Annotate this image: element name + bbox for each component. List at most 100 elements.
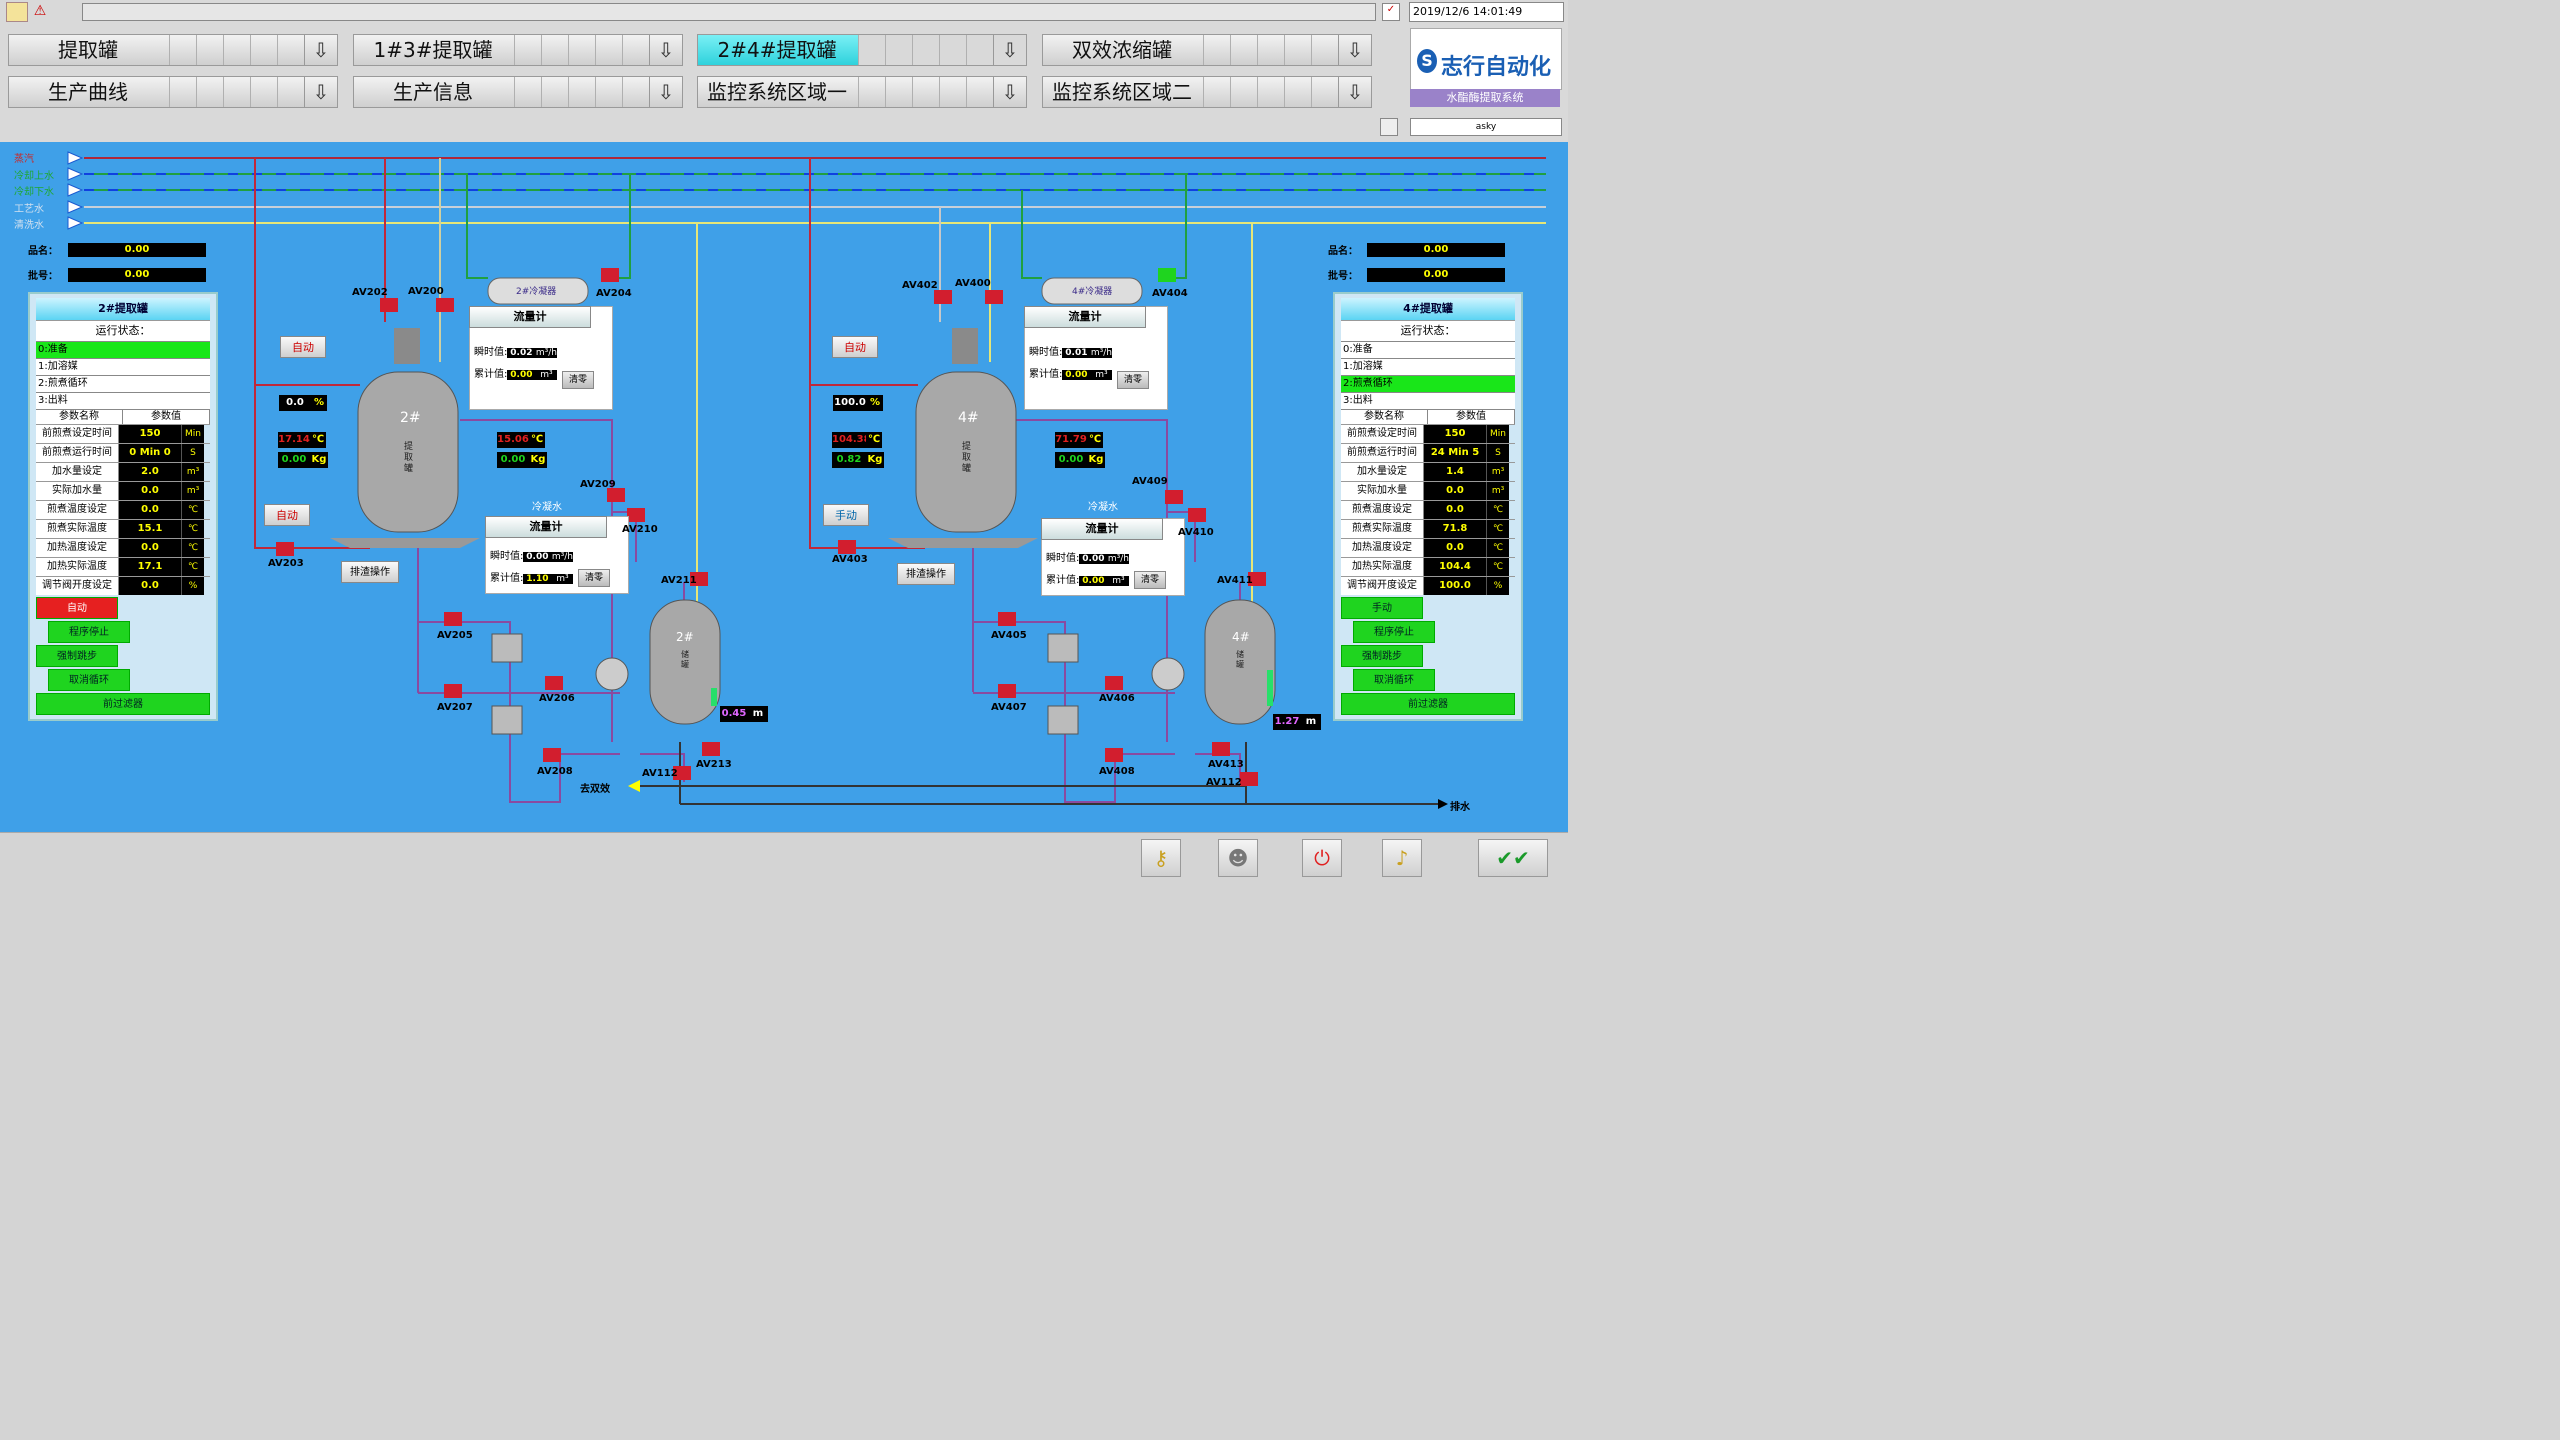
param-value[interactable]: 0.0 bbox=[119, 539, 181, 557]
param-value[interactable]: 2.0 bbox=[119, 463, 181, 481]
down-arrow-icon[interactable]: ⇩ bbox=[1338, 35, 1371, 65]
nav-label: 监控系统区域二 bbox=[1052, 80, 1192, 104]
drain-button[interactable]: 排渣操作 bbox=[341, 561, 399, 583]
nav-monitor-area-2[interactable]: 监控系统区域二 ⇩ bbox=[1042, 76, 1372, 108]
manual-button-bottom[interactable]: 手动 bbox=[823, 504, 869, 526]
power-icon[interactable]: ⏻ bbox=[1302, 839, 1342, 877]
program-stop-button[interactable]: 程序停止 bbox=[1353, 621, 1435, 643]
valve-tag[interactable]: AV206 bbox=[539, 693, 575, 704]
valve-tag[interactable]: AV411 bbox=[1217, 575, 1253, 586]
down-arrow-icon[interactable]: ⇩ bbox=[304, 35, 337, 65]
valve-tag[interactable]: AV209 bbox=[580, 479, 616, 490]
down-arrow-icon[interactable]: ⇩ bbox=[649, 35, 682, 65]
user-icon[interactable] bbox=[1380, 118, 1398, 136]
param-value[interactable]: 100.0 bbox=[1424, 577, 1486, 595]
valve-tag[interactable]: AV404 bbox=[1152, 288, 1188, 299]
valve-tag[interactable]: AV208 bbox=[537, 766, 573, 777]
valve-tag[interactable]: AV403 bbox=[832, 554, 868, 565]
valve-tag[interactable]: AV407 bbox=[991, 702, 1027, 713]
cancel-cycle-button[interactable]: 取消循环 bbox=[48, 669, 130, 691]
valve-tag[interactable]: AV402 bbox=[902, 280, 938, 291]
kg-left: 0.82 bbox=[832, 452, 866, 468]
param-name: 实际加水量 bbox=[36, 482, 119, 500]
param-name: 加热实际温度 bbox=[1341, 558, 1424, 576]
auto-button-bottom[interactable]: 自动 bbox=[264, 504, 310, 526]
clear-button[interactable]: 清零 bbox=[1117, 371, 1149, 389]
user-switch-icon[interactable]: ☻ bbox=[1218, 839, 1258, 877]
down-arrow-icon[interactable]: ⇩ bbox=[304, 77, 337, 107]
nav-extraction-tank[interactable]: 提取罐 ⇩ bbox=[8, 34, 338, 66]
valve-tag[interactable]: AV202 bbox=[352, 287, 388, 298]
calendar-icon[interactable]: ✓ bbox=[1382, 3, 1400, 21]
param-value[interactable]: 0.0 bbox=[119, 482, 181, 500]
valve-tag[interactable]: AV408 bbox=[1099, 766, 1135, 777]
valve-tag[interactable]: AV413 bbox=[1208, 759, 1244, 770]
alarm-icon[interactable]: ⚠ bbox=[30, 2, 50, 20]
param-value[interactable]: 0.0 bbox=[1424, 501, 1486, 519]
mode-button[interactable]: 自动 bbox=[36, 597, 118, 619]
pre-filter-button[interactable]: 前过滤器 bbox=[1341, 693, 1515, 715]
param-value[interactable]: 0.0 bbox=[119, 501, 181, 519]
valve-tag[interactable]: AV406 bbox=[1099, 693, 1135, 704]
auto-button-top[interactable]: 自动 bbox=[832, 336, 878, 358]
valve-tag[interactable]: AV405 bbox=[991, 630, 1027, 641]
param-value[interactable]: 17.1 bbox=[119, 558, 181, 576]
valve-tag[interactable]: AV213 bbox=[696, 759, 732, 770]
param-value[interactable]: 0.0 bbox=[1424, 539, 1486, 557]
param-value[interactable]: 150 bbox=[1424, 425, 1486, 443]
valve-tag[interactable]: AV112 bbox=[1206, 777, 1242, 788]
inst-unit: m³/h bbox=[535, 348, 558, 358]
valve-tag[interactable]: AV400 bbox=[955, 278, 991, 289]
valve-tag[interactable]: AV210 bbox=[622, 524, 658, 535]
app-icon[interactable] bbox=[6, 2, 28, 22]
key-icon[interactable]: ⚷ bbox=[1141, 839, 1181, 877]
param-value[interactable]: 0.0 bbox=[119, 577, 181, 595]
param-row: 调节阀开度设定 100.0% bbox=[1341, 576, 1515, 595]
valve-tag[interactable]: AV200 bbox=[408, 286, 444, 297]
nav-tank-2-4[interactable]: 2#4#提取罐 ⇩ bbox=[697, 34, 1027, 66]
level-value: 0.45 bbox=[720, 706, 748, 722]
clear-button[interactable]: 清零 bbox=[578, 569, 610, 587]
valve-tag[interactable]: AV112 bbox=[642, 768, 678, 779]
param-value[interactable]: 24 Min 5 bbox=[1424, 444, 1486, 462]
nav-monitor-area-1[interactable]: 监控系统区域一 ⇩ bbox=[697, 76, 1027, 108]
pre-filter-button[interactable]: 前过滤器 bbox=[36, 693, 210, 715]
param-value[interactable]: 150 bbox=[119, 425, 181, 443]
product-label: 品名： bbox=[1328, 246, 1358, 257]
clear-button[interactable]: 清零 bbox=[1134, 571, 1166, 589]
kg-right-unit: Kg bbox=[529, 452, 547, 468]
param-value[interactable]: 15.1 bbox=[119, 520, 181, 538]
nav-double-effect[interactable]: 双效浓缩罐 ⇩ bbox=[1042, 34, 1372, 66]
param-value[interactable]: 104.4 bbox=[1424, 558, 1486, 576]
program-stop-button[interactable]: 程序停止 bbox=[48, 621, 130, 643]
clear-button[interactable]: 清零 bbox=[562, 371, 594, 389]
valve-tag[interactable]: AV211 bbox=[661, 575, 697, 586]
param-value[interactable]: 71.8 bbox=[1424, 520, 1486, 538]
down-arrow-icon[interactable]: ⇩ bbox=[993, 35, 1026, 65]
valve-tag[interactable]: AV207 bbox=[437, 702, 473, 713]
valve-tag[interactable]: AV204 bbox=[596, 288, 632, 299]
param-value[interactable]: 1.4 bbox=[1424, 463, 1486, 481]
cancel-cycle-button[interactable]: 取消循环 bbox=[1353, 669, 1435, 691]
condenser-2-label: 2#冷凝器 bbox=[516, 287, 557, 297]
confirm-icon[interactable]: ✔✔ bbox=[1478, 839, 1548, 877]
force-skip-button[interactable]: 强制跳步 bbox=[36, 645, 118, 667]
down-arrow-icon[interactable]: ⇩ bbox=[1338, 77, 1371, 107]
nav-tank-1-3[interactable]: 1#3#提取罐 ⇩ bbox=[353, 34, 683, 66]
drain-button[interactable]: 排渣操作 bbox=[897, 563, 955, 585]
auto-button-top[interactable]: 自动 bbox=[280, 336, 326, 358]
param-value[interactable]: 0 Min 0 bbox=[119, 444, 181, 462]
down-arrow-icon[interactable]: ⇩ bbox=[993, 77, 1026, 107]
force-skip-button[interactable]: 强制跳步 bbox=[1341, 645, 1423, 667]
valve-tag[interactable]: AV410 bbox=[1178, 527, 1214, 538]
inst-label: 瞬时值: bbox=[1046, 553, 1080, 564]
valve-tag[interactable]: AV205 bbox=[437, 630, 473, 641]
nav-production-curve[interactable]: 生产曲线 ⇩ bbox=[8, 76, 338, 108]
param-value[interactable]: 0.0 bbox=[1424, 482, 1486, 500]
nav-production-info[interactable]: 生产信息 ⇩ bbox=[353, 76, 683, 108]
down-arrow-icon[interactable]: ⇩ bbox=[649, 77, 682, 107]
valve-tag[interactable]: AV203 bbox=[268, 558, 304, 569]
sound-icon[interactable]: ♪ bbox=[1382, 839, 1422, 877]
valve-tag[interactable]: AV409 bbox=[1132, 476, 1168, 487]
mode-button[interactable]: 手动 bbox=[1341, 597, 1423, 619]
